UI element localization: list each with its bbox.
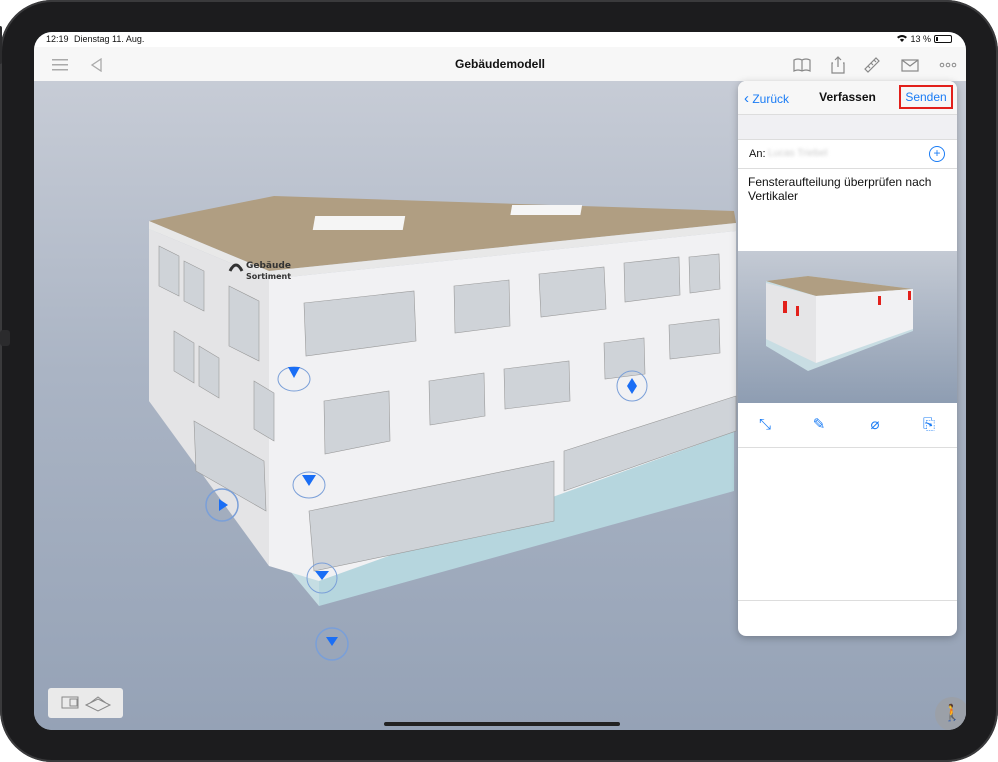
status-indicators: 13 % — [897, 34, 952, 44]
status-bar: 12:19 Dienstag 11. Aug. 13 % — [34, 32, 966, 47]
attachment-icon[interactable]: ⎘ — [919, 415, 939, 435]
more-icon[interactable] — [938, 55, 958, 75]
eraser-icon[interactable]: ⌀ — [865, 415, 885, 435]
message-body[interactable]: Fensteraufteilung überprüfen nach Vertik… — [748, 175, 948, 203]
recipient-row[interactable]: An: Lucas Triebel + — [738, 139, 957, 169]
panel-divider — [738, 600, 957, 601]
page-title: Gebäudemodell — [454, 57, 546, 71]
compose-header: ‹ Zurück Verfassen Senden — [738, 81, 957, 115]
toolbar: Gebäudemodell — [34, 47, 966, 82]
send-button[interactable]: Senden — [899, 85, 953, 109]
pen-icon[interactable]: ✎ — [809, 415, 829, 435]
walk-icon[interactable]: 🚶 — [935, 697, 966, 730]
plus-circle-icon[interactable]: + — [929, 146, 945, 162]
header-spacer — [738, 115, 957, 139]
camera-bump — [0, 330, 10, 346]
ipad-frame: 12:19 Dienstag 11. Aug. 13 % Gebäudemode… — [0, 0, 998, 762]
status-date: Dienstag 11. Aug. — [74, 34, 145, 44]
view-mode-switcher[interactable] — [48, 688, 123, 718]
crop-icon[interactable]: ⤡ — [755, 415, 775, 435]
annotation-toolbar: ⤡ ✎ ⌀ ⎘ — [738, 403, 957, 448]
compose-panel: ‹ Zurück Verfassen Senden An: Lucas Trie… — [738, 81, 957, 636]
building-sign-line1: Gebäude — [246, 261, 291, 271]
to-label: An: — [749, 148, 766, 160]
book-icon[interactable] — [792, 55, 812, 75]
wifi-icon — [897, 34, 908, 44]
recipient-name: Lucas Triebel — [768, 148, 828, 159]
screen: 12:19 Dienstag 11. Aug. 13 % Gebäudemode… — [34, 32, 966, 730]
screenshot-attachment[interactable] — [738, 251, 957, 403]
top-button — [0, 26, 2, 64]
home-indicator — [384, 722, 620, 726]
battery-icon — [934, 35, 952, 43]
status-time: 12:19 — [46, 34, 69, 44]
mail-icon[interactable] — [900, 55, 920, 75]
share-icon[interactable] — [828, 55, 848, 75]
ruler-icon[interactable] — [862, 55, 882, 75]
building-sign-line2: Sortiment — [246, 272, 291, 281]
marker-pin-5 — [315, 627, 349, 661]
3d-view-icon — [84, 696, 112, 712]
battery-percent: 13 % — [910, 34, 931, 44]
